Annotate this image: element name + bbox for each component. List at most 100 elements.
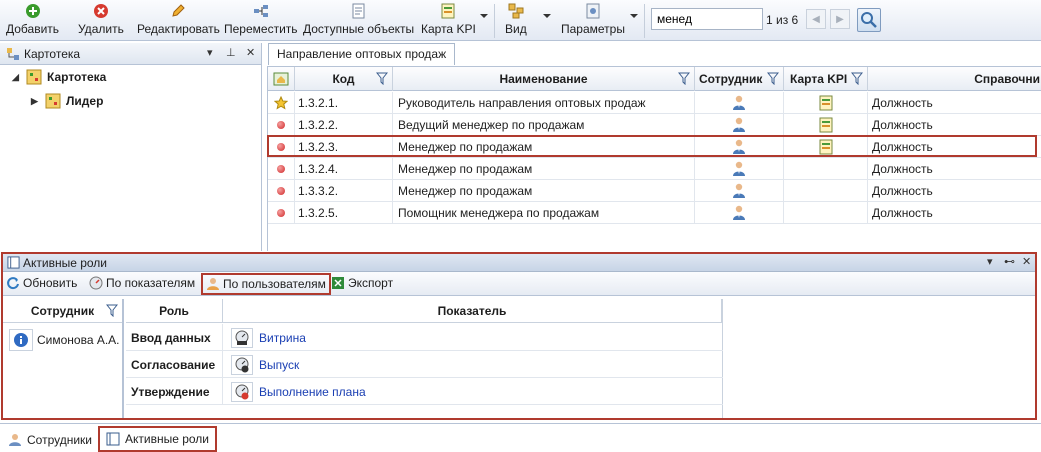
- indicator-approval-icon: [235, 357, 249, 372]
- info-button[interactable]: [9, 329, 33, 351]
- code-cell: 1.3.2.4.: [295, 158, 393, 180]
- move-button[interactable]: Переместить: [224, 3, 298, 39]
- reference-cell: Должность: [872, 162, 933, 176]
- employee-cell[interactable]: [695, 92, 784, 114]
- search-prev-button[interactable]: ◀: [806, 9, 826, 29]
- kpi-map-button[interactable]: Карта KPI: [421, 3, 476, 39]
- employee-entry[interactable]: Симонова А.А.: [9, 329, 120, 351]
- column-header-code[interactable]: Код: [295, 67, 393, 91]
- status-dot-icon: [277, 209, 285, 217]
- table-row[interactable]: 1.3.2.2. Ведущий менеджер по продажам Долж…: [268, 114, 1041, 136]
- table-row[interactable]: 1.3.2.3. Менеджер по продажам Должность: [268, 136, 1041, 158]
- close-icon[interactable]: ✕: [246, 46, 255, 59]
- column-header-employee[interactable]: Сотрудник: [695, 67, 784, 91]
- employee-column-header[interactable]: Сотрудник: [3, 299, 122, 323]
- employee-icon: [733, 139, 745, 154]
- table-row[interactable]: 1.3.3.2. Менеджер по продажам Должность: [268, 180, 1041, 202]
- role-row[interactable]: Утверждение Выполнение плана: [126, 378, 723, 405]
- gauge-icon: [89, 276, 103, 290]
- column-header-name[interactable]: Наименование: [393, 67, 695, 91]
- add-button[interactable]: Добавить: [6, 3, 59, 39]
- column-header-reference[interactable]: Справочни: [868, 67, 1041, 91]
- search-input[interactable]: [651, 8, 763, 30]
- refresh-button[interactable]: Обновить: [6, 276, 77, 290]
- by-indicators-button[interactable]: По показателям: [89, 276, 195, 290]
- role-cell: Ввод данных: [126, 324, 223, 351]
- pin-icon[interactable]: ⊥: [226, 46, 236, 59]
- employee-cell[interactable]: [695, 158, 784, 180]
- status-dot-icon: [277, 121, 285, 129]
- role-row[interactable]: Ввод данных Витрина: [126, 324, 723, 351]
- kpi-cell[interactable]: [784, 180, 868, 202]
- indicator-link[interactable]: Выполнение плана: [259, 385, 366, 399]
- search-count: 1 из 6: [766, 13, 799, 27]
- name-cell: Помощник менеджера по продажам: [393, 202, 695, 224]
- kpi-cell[interactable]: [784, 202, 868, 224]
- roles-book-icon: [7, 256, 20, 269]
- filter-icon[interactable]: [678, 72, 690, 85]
- params-button[interactable]: Параметры: [561, 3, 625, 39]
- indicator-icon-box[interactable]: [231, 381, 253, 402]
- by-users-button[interactable]: По пользователям: [201, 273, 331, 295]
- kpi-cell[interactable]: [784, 136, 868, 158]
- toolbar-separator: [644, 4, 645, 38]
- catalog-panel: Картотека ▾ ⊥ ✕ ◢ Картотека ▶ Лидер: [0, 43, 262, 251]
- column-header-indicator[interactable]: Показатель: [223, 299, 722, 323]
- excel-icon: [332, 277, 344, 289]
- roles-grid: Роль Показатель Ввод данных Витрина Соглас…: [126, 299, 723, 418]
- code-cell: 1.3.2.2.: [295, 114, 393, 136]
- employee-cell[interactable]: [695, 136, 784, 158]
- tab-active-roles[interactable]: Активные роли: [98, 426, 218, 452]
- indicator-icon-box[interactable]: [231, 354, 253, 375]
- available-objects-button[interactable]: Доступные объекты: [303, 3, 414, 39]
- find-button[interactable]: [857, 8, 881, 32]
- view-button[interactable]: Вид: [505, 3, 527, 39]
- filter-icon[interactable]: [376, 72, 388, 85]
- params-dropdown-arrow[interactable]: [630, 14, 638, 18]
- table-row[interactable]: 1.3.2.4. Менеджер по продажам Должность: [268, 158, 1041, 180]
- search-next-button[interactable]: ▶: [830, 9, 850, 29]
- panel-menu-icon[interactable]: ▾: [987, 255, 993, 268]
- collapse-icon[interactable]: ◢: [12, 72, 22, 83]
- kpi-map-icon: [819, 95, 832, 111]
- org-structure-icon: [26, 69, 42, 85]
- indicator-icon-box[interactable]: [231, 327, 253, 348]
- employee-cell[interactable]: [695, 202, 784, 224]
- indicator-cell: Выпуск: [223, 351, 722, 378]
- pin-icon[interactable]: ⊷: [1004, 255, 1015, 268]
- home-column-header[interactable]: [268, 67, 295, 91]
- indicator-link[interactable]: Витрина: [259, 331, 306, 345]
- kpi-cell[interactable]: [784, 158, 868, 180]
- row-marker: [268, 180, 295, 202]
- panel-menu-icon[interactable]: ▾: [207, 46, 213, 59]
- close-icon[interactable]: ✕: [1022, 255, 1031, 268]
- objects-icon: [352, 3, 365, 19]
- kpi-cell[interactable]: [784, 114, 868, 136]
- column-header-role[interactable]: Роль: [126, 299, 223, 323]
- tab-wholesale-direction[interactable]: Направление оптовых продаж: [268, 43, 456, 65]
- employee-cell[interactable]: [695, 180, 784, 202]
- positions-grid: Код Наименование Сотрудник Карта KPI Спр…: [267, 66, 1041, 251]
- view-dropdown-arrow[interactable]: [543, 14, 551, 18]
- prev-icon: ◀: [812, 13, 820, 25]
- column-header-kpi[interactable]: Карта KPI: [784, 67, 868, 91]
- edit-button[interactable]: Редактировать: [137, 3, 220, 39]
- export-button[interactable]: Экспорт: [331, 276, 393, 290]
- filter-icon[interactable]: [851, 72, 863, 85]
- row-marker: [268, 114, 295, 136]
- delete-button[interactable]: Удалить: [78, 3, 124, 39]
- filter-icon[interactable]: [767, 72, 779, 85]
- tree-node-root[interactable]: ◢ Картотека: [12, 69, 106, 85]
- employee-cell[interactable]: [695, 114, 784, 136]
- kpi-cell[interactable]: [784, 92, 868, 114]
- indicator-link[interactable]: Выпуск: [259, 358, 299, 372]
- expand-icon[interactable]: ▶: [31, 96, 41, 107]
- tree-node-leader[interactable]: ▶ Лидер: [31, 93, 103, 109]
- table-row[interactable]: 1.3.2.5. Помощник менеджера по продажам До…: [268, 202, 1041, 224]
- kpi-map-dropdown-arrow[interactable]: [480, 14, 488, 18]
- table-row[interactable]: 1.3.2.1. Руководитель направления оптовых…: [268, 92, 1041, 114]
- indicator-confirm-icon: [235, 384, 249, 399]
- tab-employees[interactable]: Сотрудники: [8, 428, 92, 452]
- role-row[interactable]: Согласование Выпуск: [126, 351, 723, 378]
- filter-icon[interactable]: [106, 304, 118, 317]
